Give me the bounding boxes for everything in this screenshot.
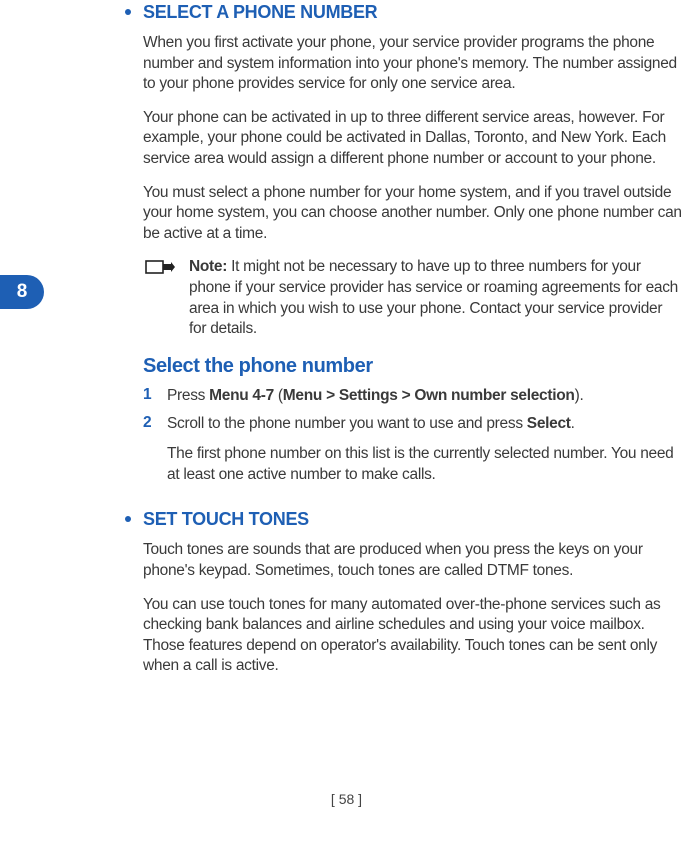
paragraph: You must select a phone number for your …	[143, 183, 683, 245]
heading-text: SET TOUCH TONES	[143, 509, 309, 529]
text-fragment: .	[571, 415, 575, 432]
text-fragment-bold: Menu 4-7	[209, 387, 274, 404]
paragraph: When you first activate your phone, your…	[143, 33, 683, 95]
step-followup: The first phone number on this list is t…	[167, 444, 683, 485]
note-block: Note: It might not be necessary to have …	[143, 257, 683, 339]
text-fragment-bold: Select	[527, 415, 571, 432]
page-number: [ 58 ]	[0, 791, 693, 807]
text-fragment: Press	[167, 387, 209, 404]
step-text: Scroll to the phone number you want to u…	[167, 414, 575, 435]
text-fragment: ).	[575, 387, 584, 404]
chapter-tab: 8	[0, 275, 44, 309]
paragraph: You can use touch tones for many automat…	[143, 595, 683, 677]
text-fragment: Scroll to the phone number you want to u…	[167, 415, 527, 432]
step-text: Press Menu 4-7 (Menu > Settings > Own nu…	[167, 386, 583, 407]
text-fragment-bold: Menu > Settings > Own number selection	[283, 387, 575, 404]
step-number: 1	[143, 386, 153, 404]
paragraph: Touch tones are sounds that are produced…	[143, 540, 683, 581]
step-1: 1 Press Menu 4-7 (Menu > Settings > Own …	[143, 386, 683, 407]
text-fragment: (	[274, 387, 283, 404]
subheading-select-phone-number: Select the phone number	[143, 355, 683, 378]
paragraph: Your phone can be activated in up to thr…	[143, 108, 683, 170]
step-2: 2 Scroll to the phone number you want to…	[143, 414, 683, 435]
page-content: SELECT A PHONE NUMBER When you first act…	[143, 2, 683, 690]
step-number: 2	[143, 414, 153, 432]
note-body: It might not be necessary to have up to …	[189, 258, 678, 337]
note-label: Note:	[189, 258, 227, 275]
bullet-icon	[125, 516, 131, 522]
note-icon	[145, 260, 175, 285]
bullet-icon	[125, 9, 131, 15]
note-text: Note: It might not be necessary to have …	[189, 257, 683, 339]
section-heading-select-number: SELECT A PHONE NUMBER	[111, 2, 683, 23]
section-heading-touch-tones: SET TOUCH TONES	[111, 509, 683, 530]
chapter-number: 8	[17, 281, 28, 303]
heading-text: SELECT A PHONE NUMBER	[143, 2, 377, 22]
